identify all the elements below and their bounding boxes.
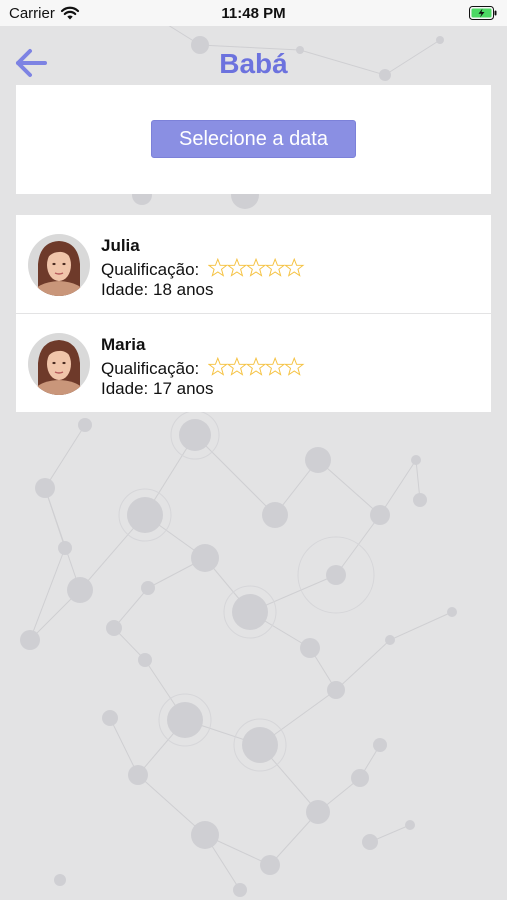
rating-row: Qualificação: xyxy=(101,357,306,379)
babysitter-name: Julia xyxy=(101,236,140,255)
star-rating xyxy=(208,258,306,278)
navigation-bar: Babá xyxy=(0,26,507,84)
star-rating xyxy=(208,357,306,377)
avatar xyxy=(28,333,90,395)
date-picker-card: Selecione a data xyxy=(16,85,491,194)
star-outline-icon xyxy=(264,258,286,277)
page-title: Babá xyxy=(219,48,288,79)
list-item[interactable]: Julia Qualificação: Idade: 18 anos xyxy=(16,215,491,313)
status-bar: Carrier 11:48 PM xyxy=(0,0,507,26)
avatar xyxy=(28,234,90,296)
rating-label: Qualificação: xyxy=(101,359,200,378)
rating-row: Qualificação: xyxy=(101,258,306,280)
select-date-button[interactable]: Selecione a data xyxy=(151,120,356,158)
battery-charging-icon xyxy=(469,6,497,20)
babysitter-age: Idade: 17 anos xyxy=(101,379,214,398)
rating-label: Qualificação: xyxy=(101,260,200,279)
babysitter-name: Maria xyxy=(101,335,146,354)
status-time: 11:48 PM xyxy=(221,5,286,22)
star-outline-icon xyxy=(245,357,267,376)
list-item[interactable]: Maria Qualificação: Idade: 17 anos xyxy=(16,314,491,412)
avatar-photo xyxy=(28,333,90,395)
star-outline-icon xyxy=(264,357,286,376)
star-outline-icon xyxy=(284,258,305,277)
babysitter-age: Idade: 18 anos xyxy=(101,280,214,299)
star-outline-icon xyxy=(284,357,305,376)
babysitter-list: Julia Qualificação: Idade: 18 anos Maria… xyxy=(16,215,491,413)
star-outline-icon xyxy=(226,357,248,376)
star-outline-icon xyxy=(226,258,248,277)
avatar-photo xyxy=(28,234,90,296)
star-outline-icon xyxy=(208,258,229,277)
star-outline-icon xyxy=(245,258,267,277)
star-outline-icon xyxy=(208,357,229,376)
